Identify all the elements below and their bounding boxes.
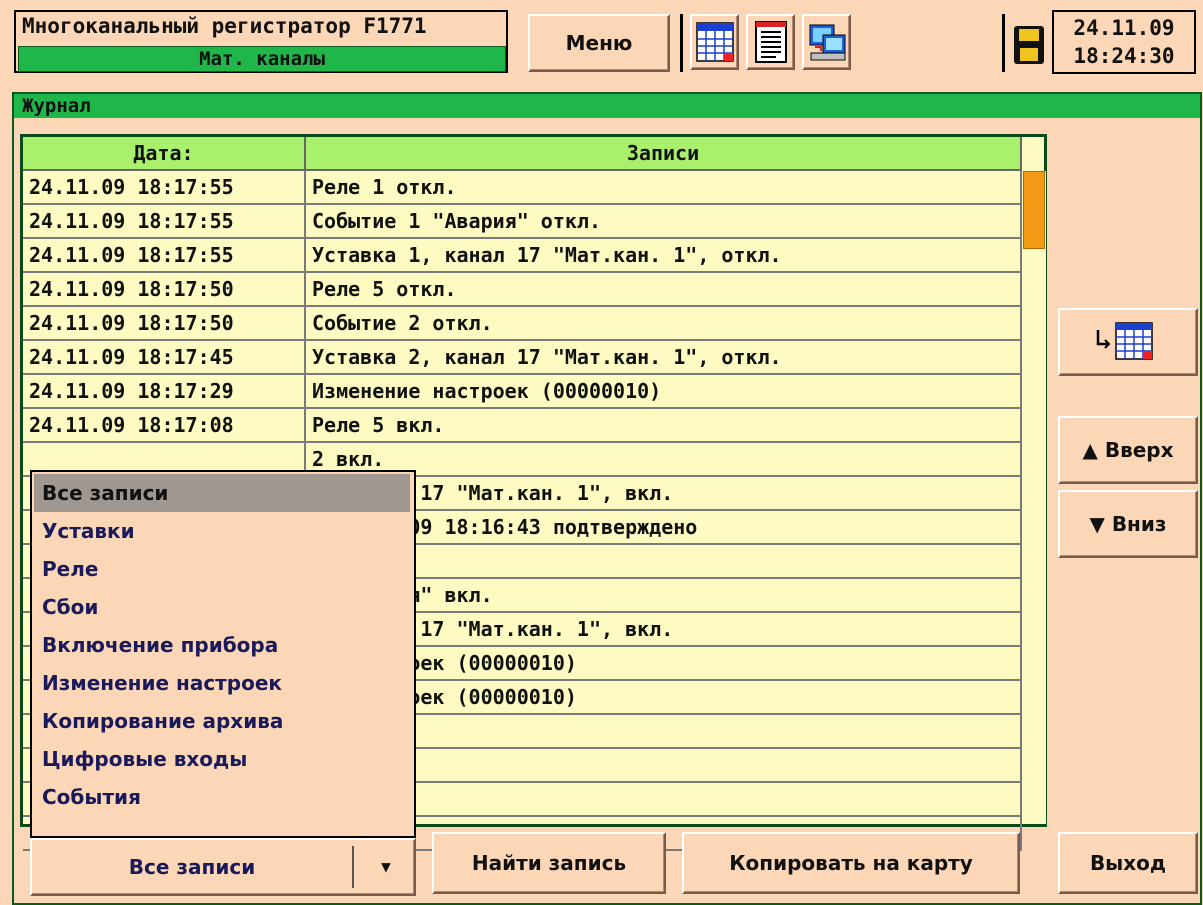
row-record: Событие 2 откл.: [305, 306, 1022, 341]
toolbar-separator: [680, 14, 683, 72]
table-header-row: Дата: Записи: [23, 137, 1022, 171]
row-record: Событие 1 "Авария" откл.: [305, 204, 1022, 239]
exit-button[interactable]: Выход: [1058, 832, 1198, 894]
toolbar-separator-2: [1002, 14, 1005, 72]
row-date: 24.11.09 18:17:08: [23, 408, 306, 443]
app-title: Многоканальный регистратор F1771: [22, 14, 427, 38]
row-record: Реле 5 вкл.: [305, 408, 1022, 443]
row-date: 24.11.09 18:17:55: [23, 238, 306, 273]
row-record: Уставка 1, канал 17 "Мат.кан. 1", откл.: [305, 238, 1022, 273]
scroll-up-button[interactable]: ▲ Вверх: [1058, 416, 1198, 484]
copy-to-card-button[interactable]: Копировать на карту: [682, 832, 1020, 894]
table-row[interactable]: 24.11.09 18:17:45 Уставка 2, канал 17 "Ма…: [23, 340, 1022, 375]
row-date: 24.11.09 18:17:45: [23, 340, 306, 375]
table-row[interactable]: 24.11.09 18:17:50 Событие 2 откл.: [23, 306, 1022, 341]
menu-button[interactable]: Меню: [528, 14, 670, 72]
row-record: Уставка 2, канал 17 "Мат.кан. 1", откл.: [305, 340, 1022, 375]
filter-option[interactable]: Включение прибора: [34, 626, 410, 664]
datetime-box: 24.11.09 18:24:30: [1052, 10, 1196, 74]
row-date: 24.11.09 18:17:50: [23, 272, 306, 307]
table-row[interactable]: 24.11.09 18:17:50 Реле 5 откл.: [23, 272, 1022, 307]
table-row[interactable]: 24.11.09 18:17:08 Реле 5 вкл.: [23, 408, 1022, 443]
computer-icon: [809, 24, 845, 61]
table-row[interactable]: 24.11.09 18:17:55 Событие 1 "Авария" откл…: [23, 204, 1022, 239]
current-time: 18:24:30: [1073, 44, 1175, 68]
subtitle-bar: Мат. каналы: [18, 46, 506, 72]
row-date: 24.11.09 18:17:29: [23, 374, 306, 409]
title-box: Многоканальный регистратор F1771 Мат. ка…: [14, 10, 508, 73]
table-row[interactable]: 24.11.09 18:17:55 Уставка 1, канал 17 "Ма…: [23, 238, 1022, 273]
archive-view-button[interactable]: [802, 14, 851, 70]
filter-option[interactable]: Все записи: [34, 474, 410, 512]
table-icon: [695, 22, 734, 62]
column-header-records[interactable]: Записи: [305, 137, 1022, 171]
filter-select-divider: [352, 846, 354, 888]
filter-option[interactable]: Сбои: [34, 588, 410, 626]
filter-option[interactable]: События: [34, 778, 410, 816]
document-icon: [754, 21, 787, 63]
table-view-button[interactable]: [690, 14, 739, 70]
filter-option[interactable]: Реле: [34, 550, 410, 588]
table-row[interactable]: 24.11.09 18:17:55 Реле 1 откл.: [23, 170, 1022, 205]
document-view-button[interactable]: [746, 14, 795, 70]
chevron-down-icon[interactable]: ▼: [362, 840, 410, 894]
filter-select[interactable]: Все записи ▼: [30, 838, 416, 896]
filter-option[interactable]: Цифровые входы: [34, 740, 410, 778]
journal-title: Журнал: [14, 94, 1200, 118]
row-record: Реле 5 откл.: [305, 272, 1022, 307]
table-scrollbar[interactable]: [1020, 171, 1046, 824]
filter-selected-value: Все записи: [128, 855, 256, 879]
save-disk-icon[interactable]: [1012, 24, 1046, 66]
goto-table-icon: [1096, 322, 1153, 360]
scroll-down-button[interactable]: ▼ Вниз: [1058, 490, 1198, 558]
table-row[interactable]: 24.11.09 18:17:29 Изменение настроек (000…: [23, 374, 1022, 409]
scrollbar-thumb[interactable]: [1023, 171, 1045, 249]
row-record: Реле 1 откл.: [305, 170, 1022, 205]
current-date: 24.11.09: [1073, 16, 1175, 40]
row-date: 24.11.09 18:17:55: [23, 170, 306, 205]
filter-dropdown-list: Все записи Уставки Реле Сбои Включение прибо…: [30, 470, 416, 838]
row-record: Изменение настроек (00000010): [305, 374, 1022, 409]
find-record-button[interactable]: Найти запись: [432, 832, 666, 894]
row-date: 24.11.09 18:17:55: [23, 204, 306, 239]
column-header-date[interactable]: Дата:: [23, 137, 306, 171]
filter-option[interactable]: Уставки: [34, 512, 410, 550]
filter-option[interactable]: Изменение настроек: [34, 664, 410, 702]
goto-table-button[interactable]: [1058, 308, 1198, 376]
row-date: 24.11.09 18:17:50: [23, 306, 306, 341]
filter-option[interactable]: Копирование архива: [34, 702, 410, 740]
